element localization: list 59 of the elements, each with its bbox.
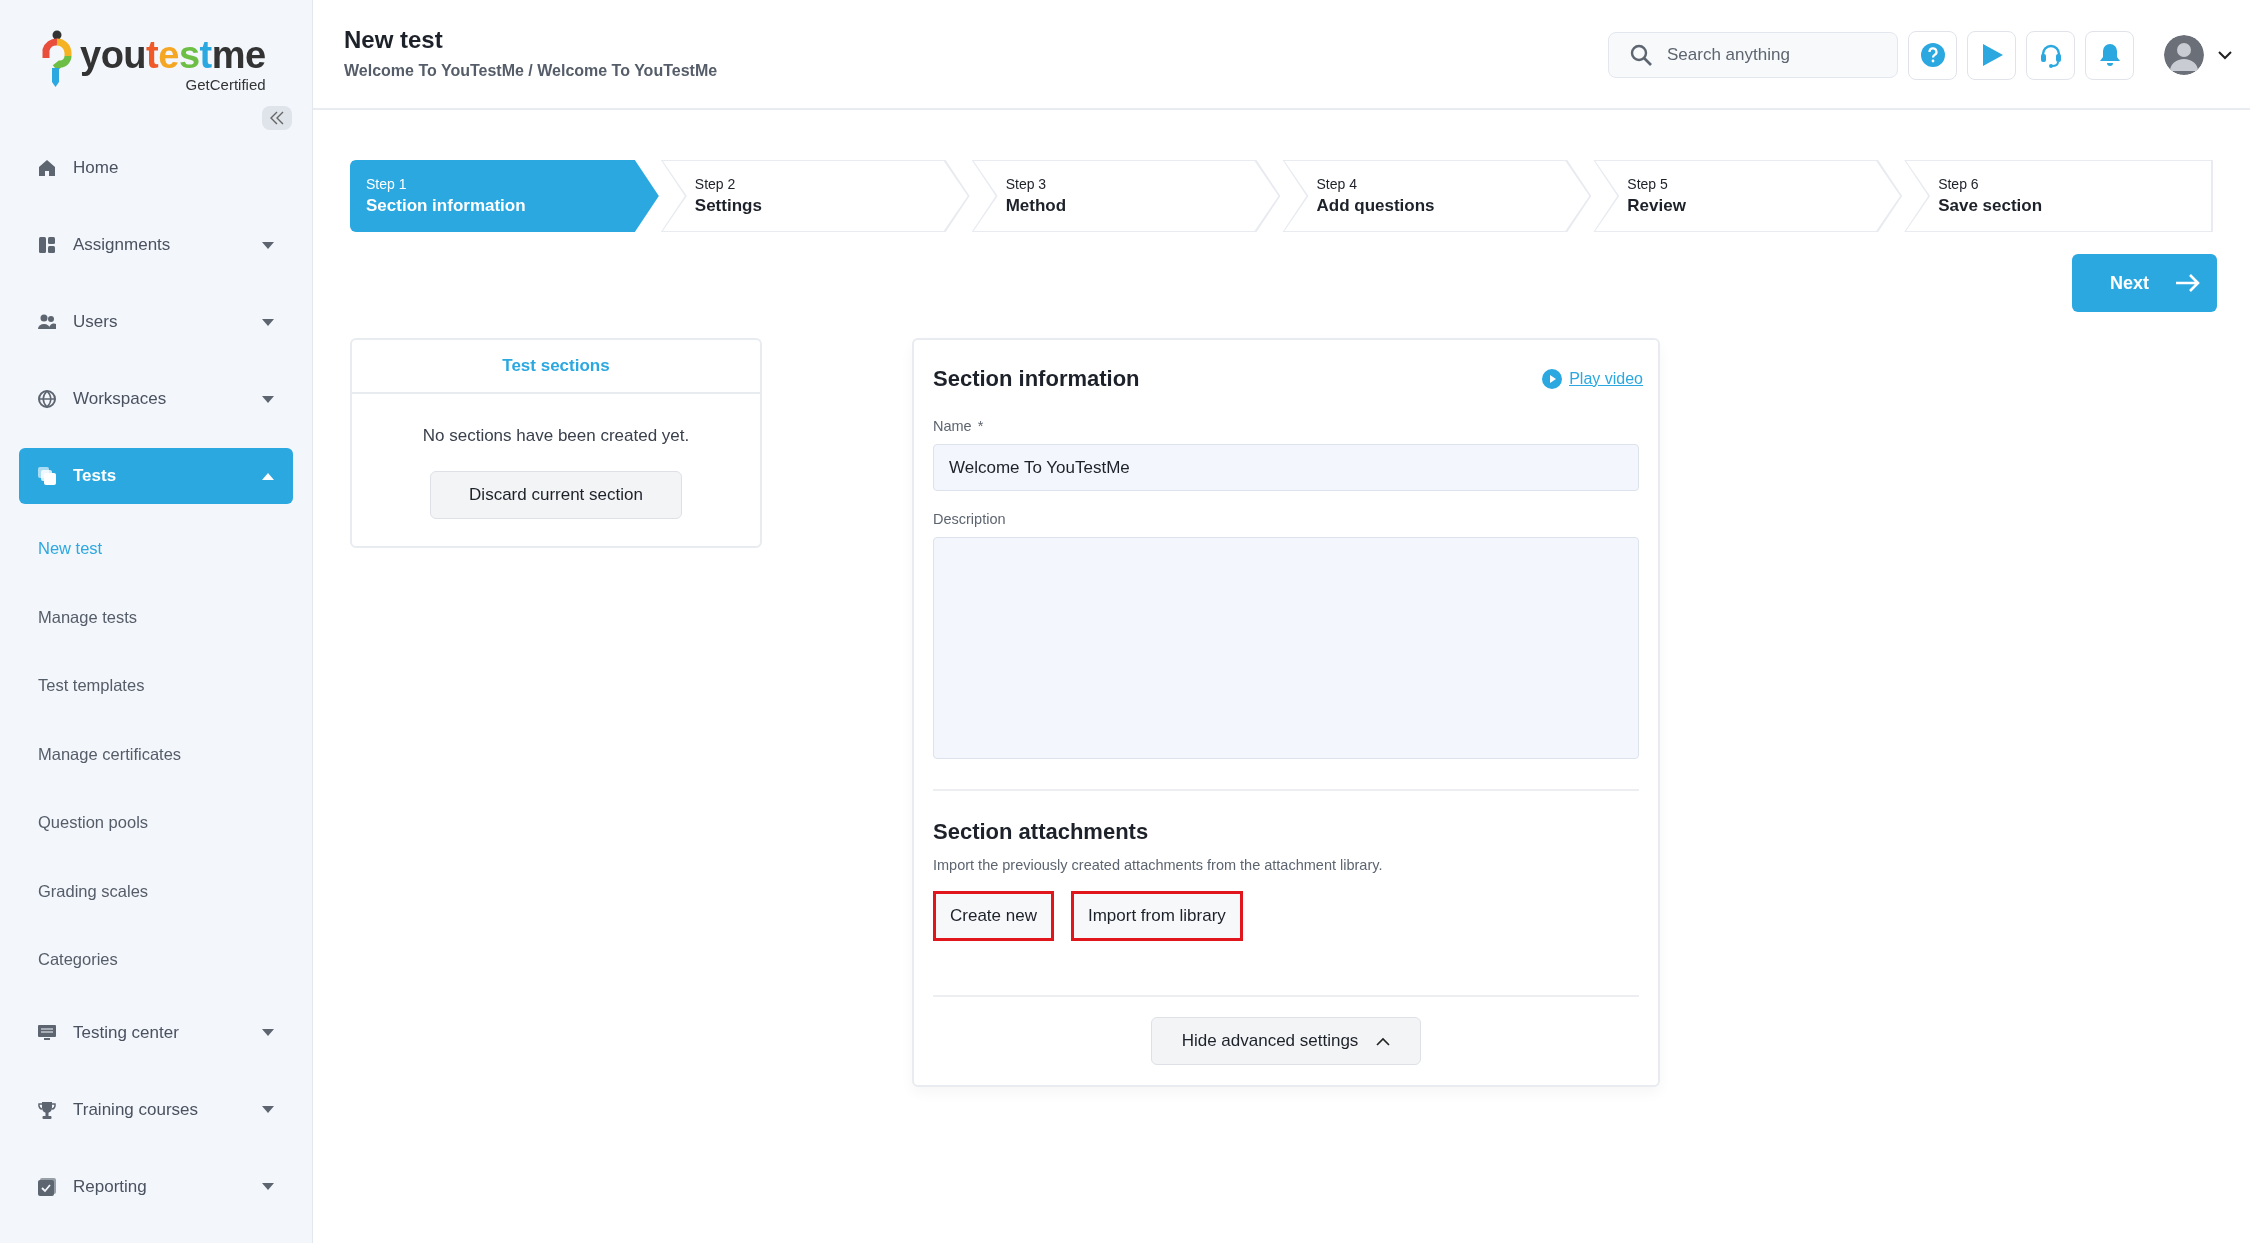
wizard-step-tab[interactable]: Step 2 Settings bbox=[660, 160, 970, 232]
play-button[interactable] bbox=[1967, 30, 2016, 80]
page-title: New test bbox=[344, 26, 444, 54]
required-mark: * bbox=[977, 418, 984, 434]
attachment-button[interactable]: Create new bbox=[933, 891, 1054, 941]
wizard-step-tab[interactable]: Step 4 Add questions bbox=[1282, 160, 1592, 232]
sidebar-submenu-item[interactable]: Grading scales bbox=[19, 867, 293, 915]
chevron-icon bbox=[1376, 1036, 1391, 1046]
sidebar-menu-item[interactable]: Assignments bbox=[19, 217, 293, 273]
logo-icon bbox=[42, 30, 74, 88]
card-title: Section information bbox=[933, 366, 1140, 392]
double-chevron-left-icon bbox=[269, 111, 285, 125]
hint-text: Import the previously created attachments from the attachment library. bbox=[933, 857, 1384, 873]
sidebar-submenu-item[interactable]: Categories bbox=[19, 936, 293, 983]
search-field[interactable]: Search anything bbox=[1665, 44, 1869, 66]
attachment-button[interactable]: Import from library bbox=[1070, 891, 1243, 941]
dashboard-icon bbox=[37, 235, 57, 255]
sidebar-menu-item[interactable]: Workspaces bbox=[19, 371, 293, 427]
chevron-down-icon[interactable] bbox=[2218, 50, 2232, 60]
section-heading: Section attachments bbox=[933, 819, 1150, 845]
logo-wordmark: youtestme bbox=[80, 36, 266, 74]
sidebar-submenu-item[interactable]: Manage certificates bbox=[19, 730, 293, 778]
notifications-button[interactable] bbox=[2085, 30, 2134, 80]
wizard-step-tab[interactable]: Step 3 Method bbox=[971, 160, 1281, 232]
avatar[interactable] bbox=[2164, 35, 2204, 75]
monitor-icon bbox=[37, 1022, 57, 1043]
breadcrumb: Welcome To YouTestMe / Welcome To YouTestMe bbox=[344, 62, 718, 80]
sidebar-submenu-item[interactable]: Test templates bbox=[19, 662, 293, 709]
play-circle-icon bbox=[1542, 369, 1563, 389]
name-input-field[interactable]: Welcome To YouTestMe bbox=[933, 444, 1639, 491]
sidebar-menu-item[interactable]: Reporting bbox=[19, 1158, 293, 1215]
discard-section-button[interactable]: Discard current section bbox=[430, 471, 682, 519]
search-icon bbox=[1629, 43, 1653, 67]
field-label: Description bbox=[933, 511, 1007, 527]
sidebar-menu-item[interactable]: Users bbox=[19, 294, 293, 350]
arrow-right-icon bbox=[2175, 273, 2201, 293]
card-title: Test sections bbox=[352, 340, 760, 394]
empty-message: No sections have been created yet. bbox=[422, 426, 690, 446]
sidebar-menu-item[interactable]: Training courses bbox=[19, 1081, 293, 1138]
collapse-sidebar-button[interactable] bbox=[262, 106, 292, 130]
trophy-icon bbox=[37, 1099, 57, 1120]
help-icon bbox=[1919, 42, 1946, 68]
pages-icon bbox=[37, 466, 57, 486]
wizard-step-tab[interactable]: Step 5 Review bbox=[1593, 160, 1903, 232]
help-button[interactable] bbox=[1908, 30, 1957, 80]
search-bar[interactable]: Search anything bbox=[1608, 32, 1898, 78]
sidebar-submenu-item[interactable]: Manage tests bbox=[19, 593, 293, 641]
advanced-settings-toggle[interactable]: Hide advanced settings bbox=[1150, 1017, 1422, 1065]
logo-tagline: GetCertified bbox=[185, 76, 266, 93]
users-icon bbox=[37, 312, 57, 332]
sidebar-submenu-item[interactable]: Question pools bbox=[19, 799, 293, 846]
field-label: Name bbox=[933, 418, 972, 434]
globe-icon bbox=[37, 389, 57, 409]
checked-report-icon bbox=[37, 1176, 57, 1197]
support-button[interactable] bbox=[2026, 30, 2075, 80]
sidebar-menu-item[interactable]: Testing center bbox=[19, 1004, 293, 1061]
wizard-step-tab[interactable]: Step 6 Save section bbox=[1904, 160, 2213, 232]
sidebar-menu-item[interactable]: Home bbox=[19, 140, 293, 196]
home-icon bbox=[37, 158, 57, 178]
